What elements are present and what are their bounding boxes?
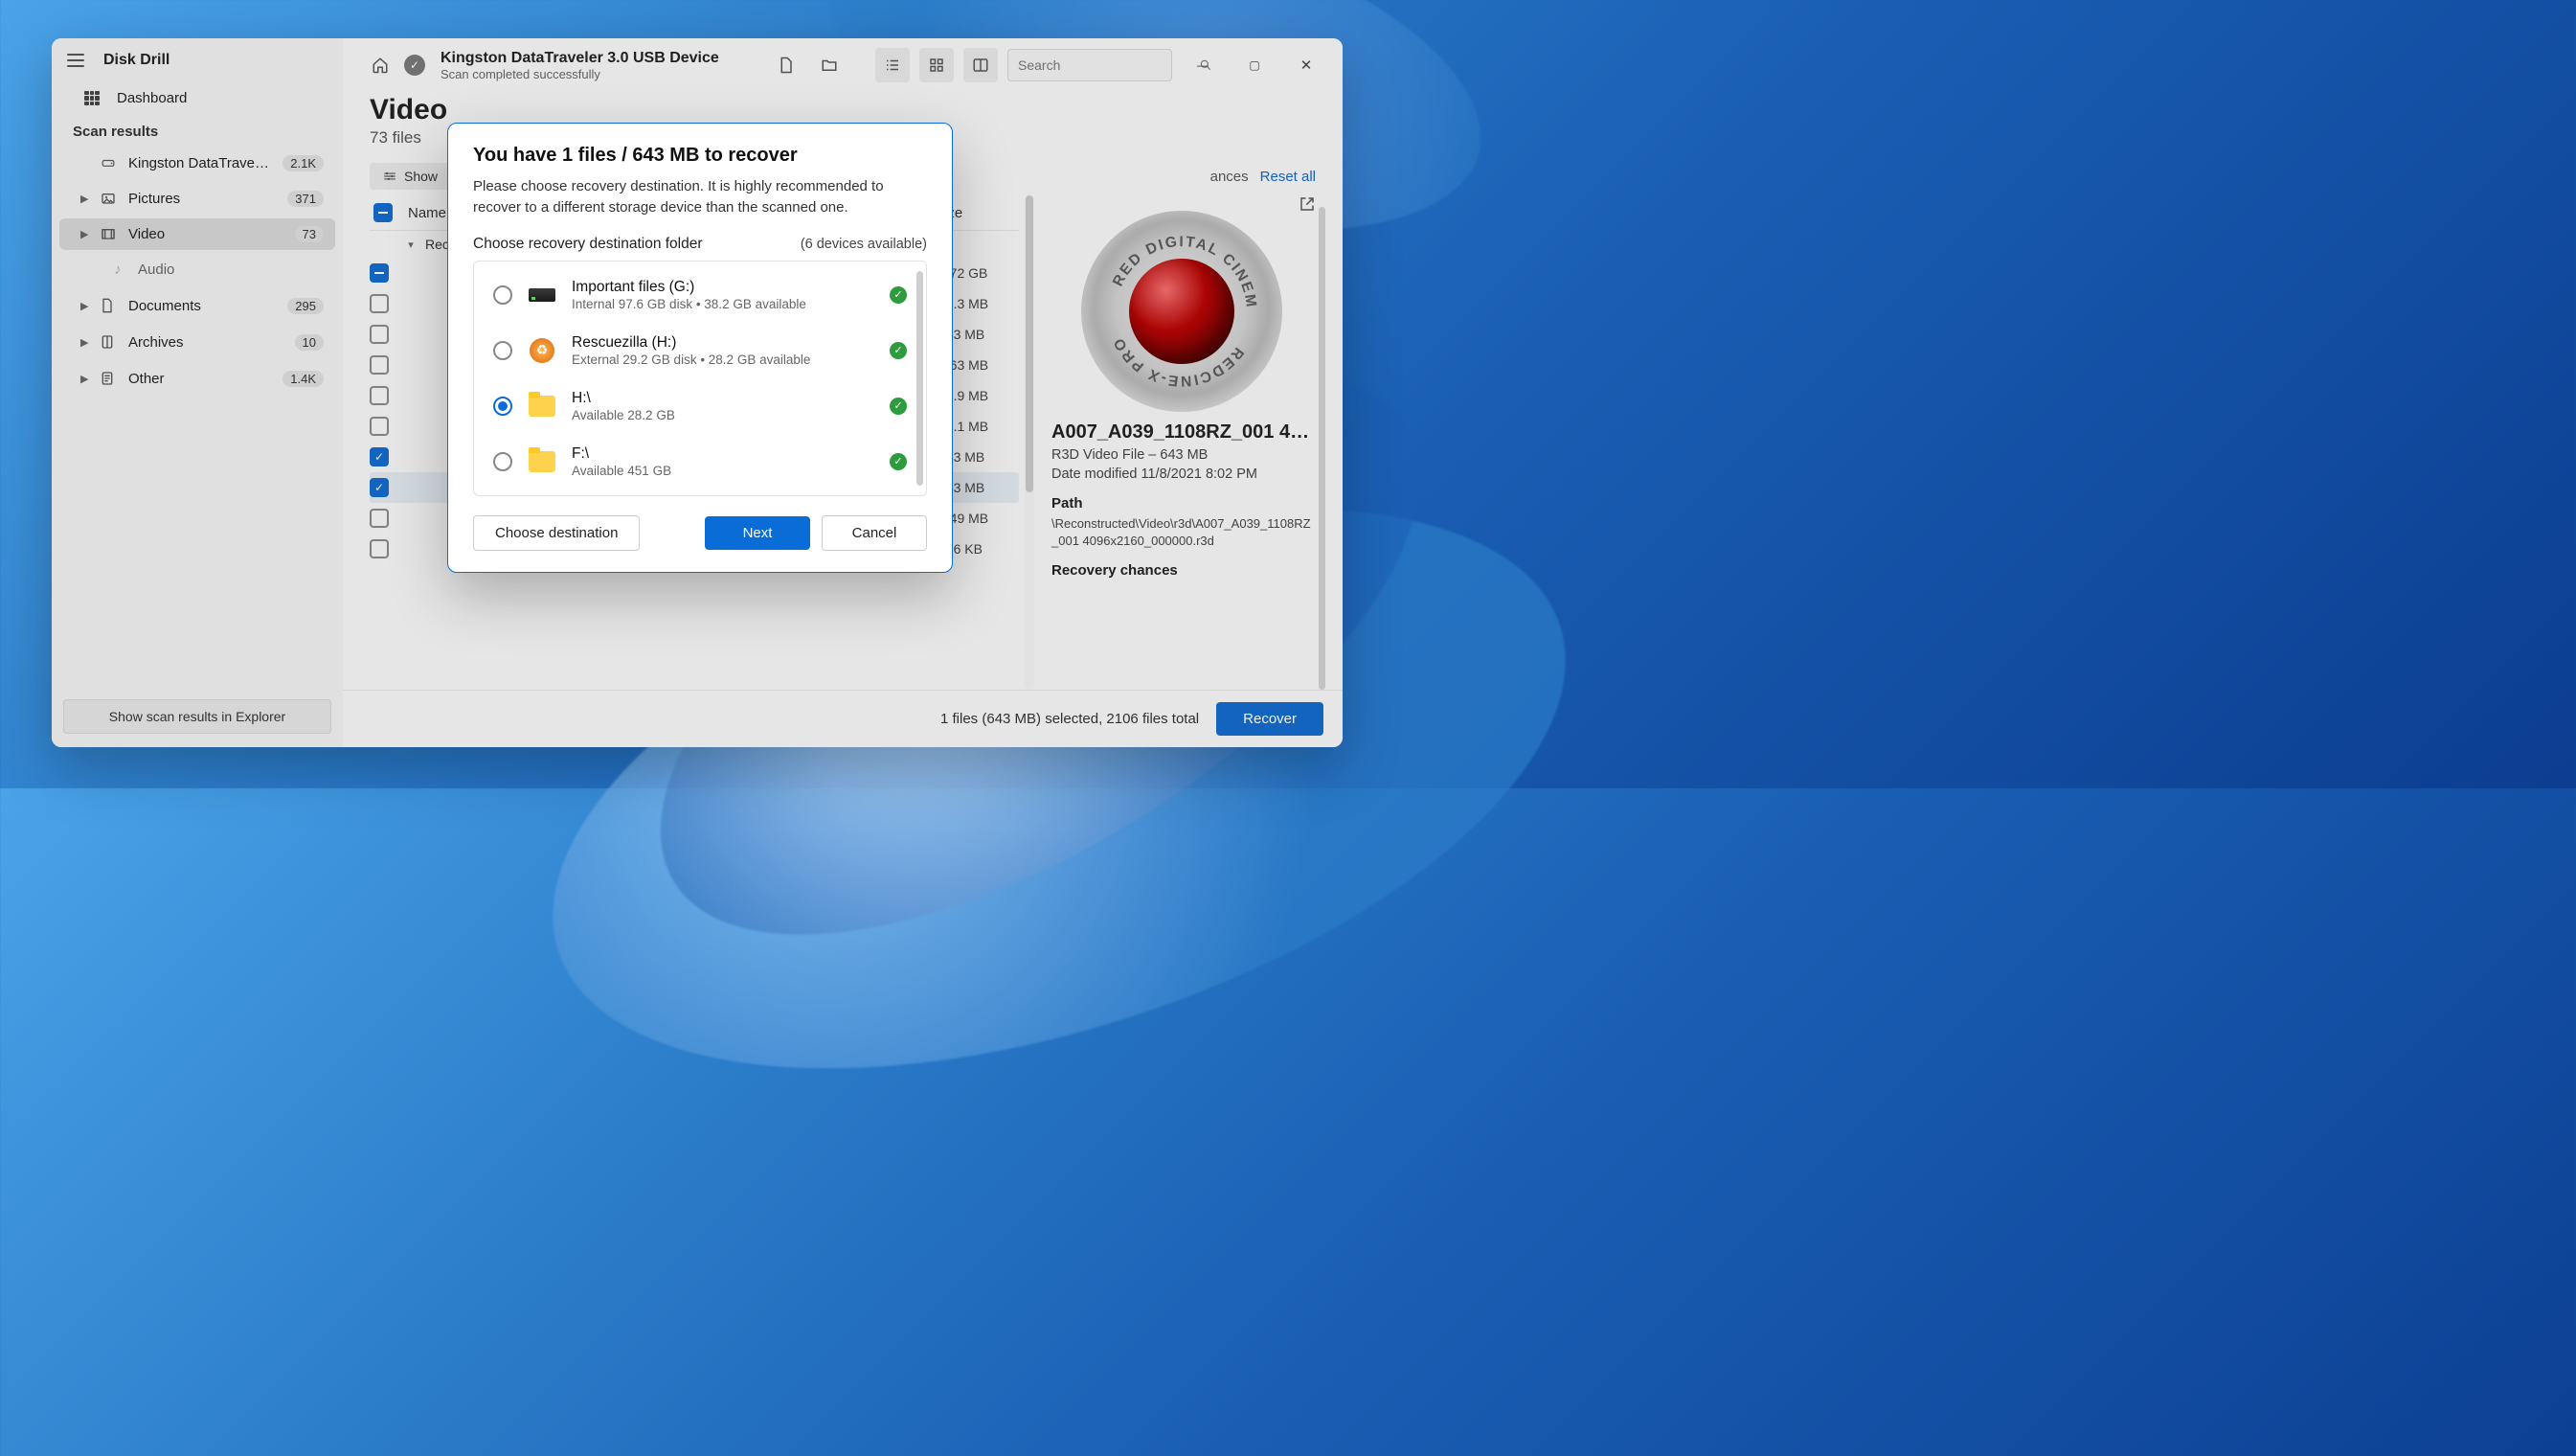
next-button[interactable]: Next	[705, 516, 810, 550]
folder-icon	[528, 449, 556, 474]
destination-scrollbar[interactable]	[916, 271, 923, 486]
dialog-devices-available: (6 devices available)	[801, 237, 927, 252]
radio-button[interactable]	[493, 452, 512, 471]
status-ok-icon: ✓	[890, 398, 907, 415]
status-ok-icon: ✓	[890, 342, 907, 359]
internal-drive-icon	[528, 283, 556, 307]
destination-sub: Internal 97.6 GB disk • 38.2 GB availabl…	[572, 297, 874, 311]
destination-name: Rescuezilla (H:)	[572, 334, 874, 352]
choose-destination-button[interactable]: Choose destination	[473, 515, 640, 551]
rescuezilla-icon: ♻	[528, 338, 556, 363]
destination-option[interactable]: F:\Available 451 GB ✓	[478, 434, 922, 489]
cancel-button[interactable]: Cancel	[822, 515, 927, 551]
dialog-title: You have 1 files / 643 MB to recover	[473, 145, 927, 167]
radio-button[interactable]	[493, 341, 512, 360]
destination-option[interactable]: ♻ Rescuezilla (H:)External 29.2 GB disk …	[478, 323, 922, 378]
recovery-destination-dialog: You have 1 files / 643 MB to recover Ple…	[447, 123, 953, 573]
destination-list: Important files (G:)Internal 97.6 GB dis…	[473, 261, 927, 496]
destination-option[interactable]: H:\Available 28.2 GB ✓	[478, 378, 922, 434]
radio-button[interactable]	[493, 285, 512, 305]
destination-option[interactable]: Important files (G:)Internal 97.6 GB dis…	[478, 267, 922, 323]
destination-sub: Available 451 GB	[572, 464, 874, 478]
destination-name: F:\	[572, 445, 874, 463]
dialog-description: Please choose recovery destination. It i…	[473, 176, 885, 218]
status-ok-icon: ✓	[890, 453, 907, 470]
destination-name: Important files (G:)	[572, 279, 874, 296]
radio-button[interactable]	[493, 397, 512, 416]
folder-icon	[528, 394, 556, 419]
destination-sub: External 29.2 GB disk • 28.2 GB availabl…	[572, 353, 874, 367]
destination-sub: Available 28.2 GB	[572, 408, 874, 422]
dialog-choose-label: Choose recovery destination folder	[473, 236, 703, 253]
destination-name: H:\	[572, 390, 874, 407]
status-ok-icon: ✓	[890, 286, 907, 304]
